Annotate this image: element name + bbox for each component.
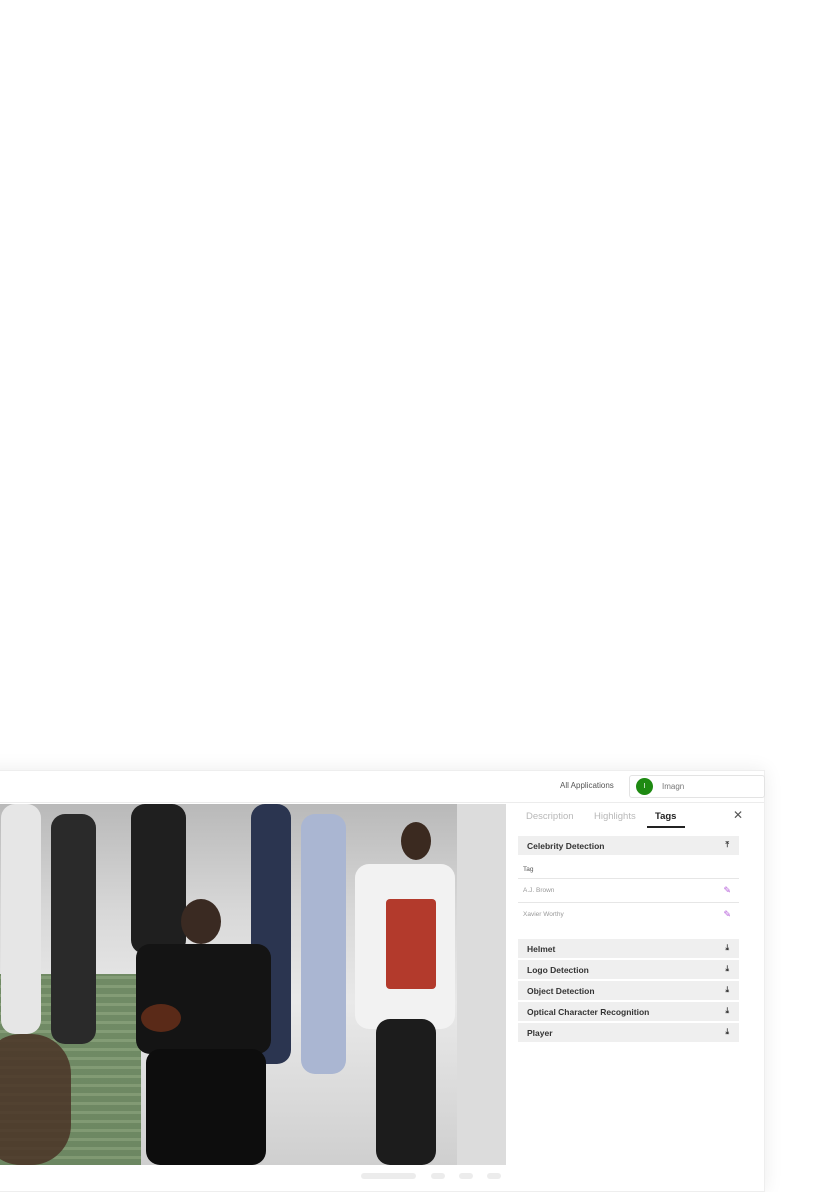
background-person bbox=[301, 814, 346, 1074]
section-title: Object Detection bbox=[527, 986, 595, 996]
hoodie-graphic bbox=[386, 899, 436, 989]
section-title: Celebrity Detection bbox=[527, 841, 605, 851]
blurred-foreground bbox=[0, 1034, 71, 1165]
avatar: I bbox=[636, 778, 653, 795]
player-legs bbox=[146, 1049, 266, 1165]
tab-highlights[interactable]: Highlights bbox=[594, 811, 636, 822]
section-logo-detection[interactable]: Logo Detection ⤓ bbox=[518, 960, 739, 979]
collapse-icon[interactable]: ⤒ bbox=[725, 840, 729, 850]
section-player[interactable]: Player ⤓ bbox=[518, 1023, 739, 1042]
image-viewer bbox=[0, 804, 506, 1165]
close-icon[interactable]: ✕ bbox=[733, 808, 743, 822]
panel-tabs: Description Highlights Tags ✕ bbox=[509, 804, 761, 830]
tag-name: A.J. Brown bbox=[523, 887, 555, 894]
section-helmet[interactable]: Helmet ⤓ bbox=[518, 939, 739, 958]
tag-row: Xavier Worthy ✎ bbox=[518, 902, 739, 927]
player-head bbox=[181, 899, 221, 944]
section-title: Optical Character Recognition bbox=[527, 1007, 650, 1017]
all-applications-link[interactable]: All Applications bbox=[560, 781, 614, 790]
top-bar: All Applications I Imagn bbox=[0, 771, 765, 803]
account-switcher[interactable]: I Imagn bbox=[629, 775, 765, 798]
section-title: Logo Detection bbox=[527, 965, 589, 975]
player-torso bbox=[136, 944, 271, 1054]
account-name: Imagn bbox=[662, 782, 685, 791]
player-head bbox=[401, 822, 431, 860]
expand-icon[interactable]: ⤓ bbox=[725, 943, 729, 953]
background-player bbox=[1, 804, 41, 1034]
expand-icon[interactable]: ⤓ bbox=[725, 1027, 729, 1037]
tab-tags[interactable]: Tags bbox=[655, 811, 676, 822]
control-placeholder bbox=[459, 1173, 473, 1179]
background-person bbox=[51, 814, 96, 1044]
expand-icon[interactable]: ⤓ bbox=[725, 985, 729, 995]
control-placeholder bbox=[487, 1173, 501, 1179]
background-person bbox=[131, 804, 186, 954]
section-celebrity-detection[interactable]: Celebrity Detection ⤒ bbox=[518, 836, 739, 855]
viewer-controls bbox=[361, 1173, 501, 1181]
control-placeholder bbox=[431, 1173, 445, 1179]
section-title: Helmet bbox=[527, 944, 556, 954]
tag-column-header: Tag bbox=[523, 866, 534, 873]
expand-icon[interactable]: ⤓ bbox=[725, 1006, 729, 1016]
active-tab-indicator bbox=[647, 826, 685, 828]
tag-name: Xavier Worthy bbox=[523, 911, 564, 918]
section-object-detection[interactable]: Object Detection ⤓ bbox=[518, 981, 739, 1000]
expand-icon[interactable]: ⤓ bbox=[725, 964, 729, 974]
section-optical-character-recognition[interactable]: Optical Character Recognition ⤓ bbox=[518, 1002, 739, 1021]
section-title: Player bbox=[527, 1028, 553, 1038]
control-placeholder bbox=[361, 1173, 416, 1179]
details-panel: Description Highlights Tags ✕ Celebrity … bbox=[509, 804, 761, 1191]
photo[interactable] bbox=[0, 804, 457, 1165]
app-window: All Applications I Imagn Description Hig… bbox=[0, 770, 765, 1192]
edit-icon[interactable]: ✎ bbox=[723, 909, 731, 920]
player-legs bbox=[376, 1019, 436, 1165]
football bbox=[141, 1004, 181, 1032]
edit-icon[interactable]: ✎ bbox=[723, 885, 731, 896]
tab-description[interactable]: Description bbox=[526, 811, 574, 822]
tag-row: A.J. Brown ✎ bbox=[518, 878, 739, 903]
